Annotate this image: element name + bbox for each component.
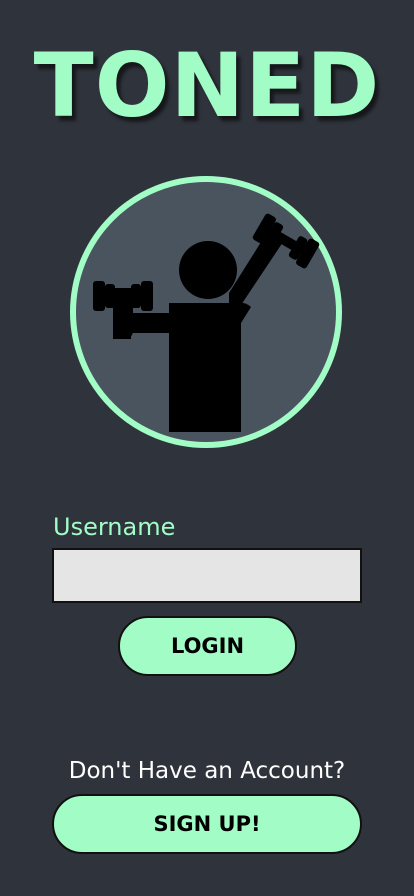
- weightlifter-icon: [69, 175, 343, 449]
- login-button[interactable]: LOGIN: [118, 616, 297, 676]
- username-label: Username: [53, 513, 176, 541]
- app-title: TONED: [33, 34, 381, 137]
- sign-up-button[interactable]: SIGN UP!: [52, 794, 362, 854]
- username-input[interactable]: [52, 548, 362, 603]
- no-account-prompt: Don't Have an Account?: [68, 758, 346, 784]
